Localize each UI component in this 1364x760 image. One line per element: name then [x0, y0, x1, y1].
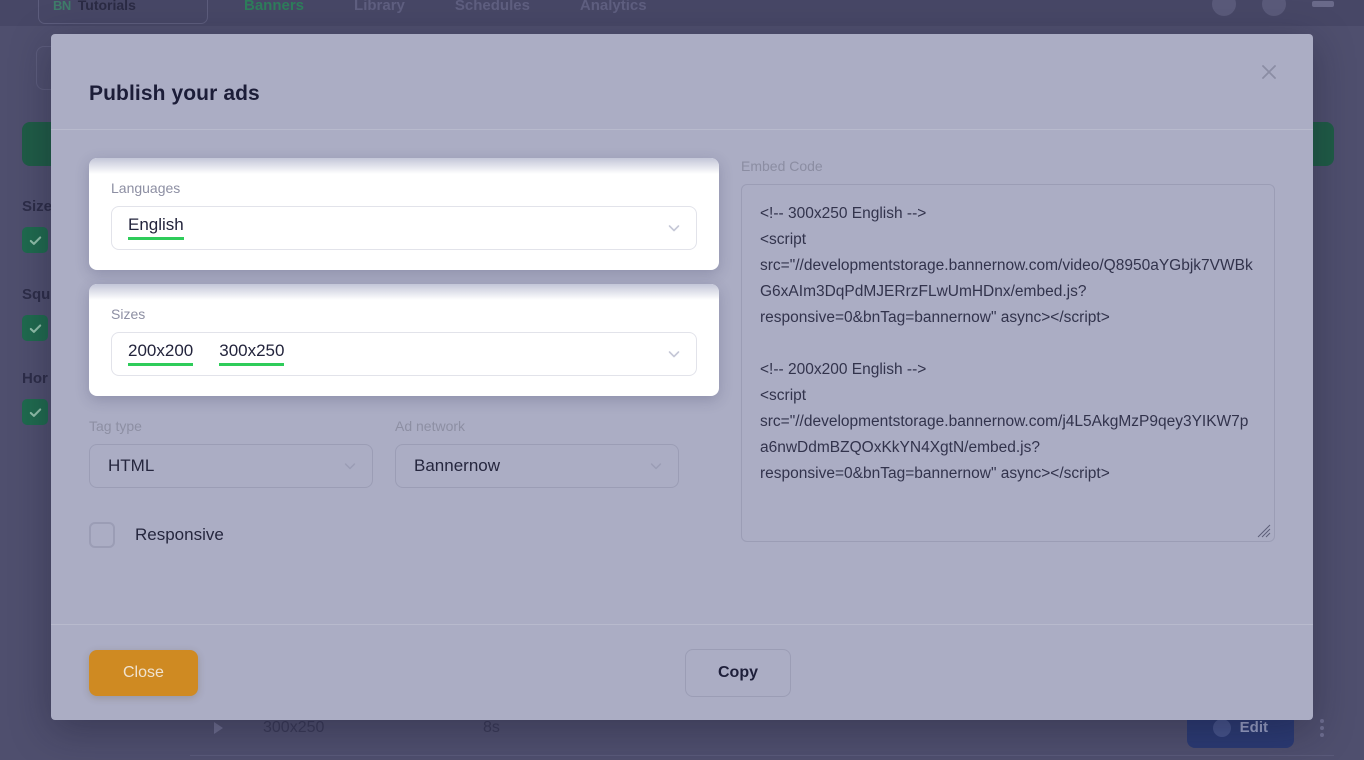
- nav-tab-library[interactable]: Library: [354, 0, 405, 14]
- close-icon[interactable]: [1253, 56, 1285, 88]
- ad-network-select[interactable]: Bannernow: [395, 444, 679, 488]
- sizes-chip-row: 200x200 300x250: [128, 341, 666, 367]
- tag-network-row: Tag type HTML Ad network Bannernow: [89, 418, 719, 488]
- tag-type-field: Tag type HTML: [89, 418, 373, 488]
- responsive-label: Responsive: [135, 525, 224, 544]
- row-more-menu-icon[interactable]: [1320, 718, 1324, 737]
- top-navigation: BN Tutorials Banners Library Schedules A…: [0, 0, 1364, 26]
- page-title: Publish your ads: [89, 81, 260, 105]
- chevron-down-icon[interactable]: [666, 346, 682, 362]
- size-chip[interactable]: 300x250: [219, 341, 285, 367]
- settings-column: Languages English Sizes 200x200 300x250: [89, 158, 719, 624]
- ad-network-label: Ad network: [395, 418, 466, 434]
- modal-header: Publish your ads: [51, 34, 1313, 130]
- filter-checkbox[interactable]: [22, 315, 48, 341]
- sizes-label: Sizes: [111, 306, 146, 322]
- embed-code-text: <!-- 300x250 English --> <script src="//…: [760, 205, 1253, 482]
- languages-select[interactable]: English: [111, 206, 697, 250]
- menu-icon[interactable]: [1312, 1, 1334, 7]
- play-icon[interactable]: [214, 721, 223, 734]
- app-logo[interactable]: BN Tutorials: [38, 0, 208, 24]
- nav-tab-banners[interactable]: Banners: [244, 0, 304, 14]
- language-chip[interactable]: English: [128, 215, 184, 241]
- row-duration: 8s: [483, 718, 500, 736]
- logo-mark: BN: [53, 0, 71, 13]
- filter-checkbox[interactable]: [22, 227, 48, 253]
- sizes-card: Sizes 200x200 300x250: [89, 284, 719, 396]
- edit-button-label: Edit: [1239, 719, 1268, 736]
- resize-handle-icon[interactable]: [1257, 524, 1271, 538]
- nav-tab-schedules[interactable]: Schedules: [455, 0, 530, 14]
- chevron-down-icon[interactable]: [666, 220, 682, 236]
- ad-network-value: Bannernow: [414, 456, 501, 475]
- chevron-down-icon[interactable]: [342, 458, 358, 474]
- languages-chip-row: English: [128, 215, 666, 241]
- languages-label: Languages: [111, 180, 181, 196]
- avatar[interactable]: [1262, 0, 1286, 16]
- embed-code-textarea[interactable]: <!-- 300x250 English --> <script src="//…: [741, 184, 1275, 542]
- tag-type-value: HTML: [108, 456, 155, 475]
- responsive-row[interactable]: Responsive: [89, 522, 719, 548]
- sizes-select[interactable]: 200x200 300x250: [111, 332, 697, 376]
- chevron-down-icon[interactable]: [648, 458, 664, 474]
- ad-network-field: Ad network Bannernow: [395, 418, 679, 488]
- copy-button[interactable]: Copy: [685, 648, 791, 697]
- size-chip[interactable]: 200x200: [128, 341, 194, 367]
- nav-right-group: [1212, 0, 1334, 16]
- modal-footer: Close Copy: [51, 624, 1313, 720]
- close-button[interactable]: Close: [89, 649, 198, 696]
- nav-tab-analytics[interactable]: Analytics: [580, 0, 647, 14]
- modal-body: Languages English Sizes 200x200 300x250: [51, 130, 1313, 624]
- embed-code-column: Embed Code <!-- 300x250 English --> <scr…: [719, 158, 1275, 624]
- tag-type-label: Tag type: [89, 418, 142, 434]
- pencil-icon: [1212, 718, 1231, 737]
- publish-ads-modal: Publish your ads Languages English Sizes…: [51, 34, 1313, 720]
- notification-bell-icon[interactable]: [1212, 0, 1236, 16]
- languages-card: Languages English: [89, 158, 719, 270]
- row-size: 300x250: [263, 718, 325, 736]
- filter-checkbox[interactable]: [22, 399, 48, 425]
- tag-type-select[interactable]: HTML: [89, 444, 373, 488]
- responsive-checkbox[interactable]: [89, 522, 115, 548]
- logo-label: Tutorials: [77, 0, 136, 13]
- embed-code-label: Embed Code: [741, 158, 823, 174]
